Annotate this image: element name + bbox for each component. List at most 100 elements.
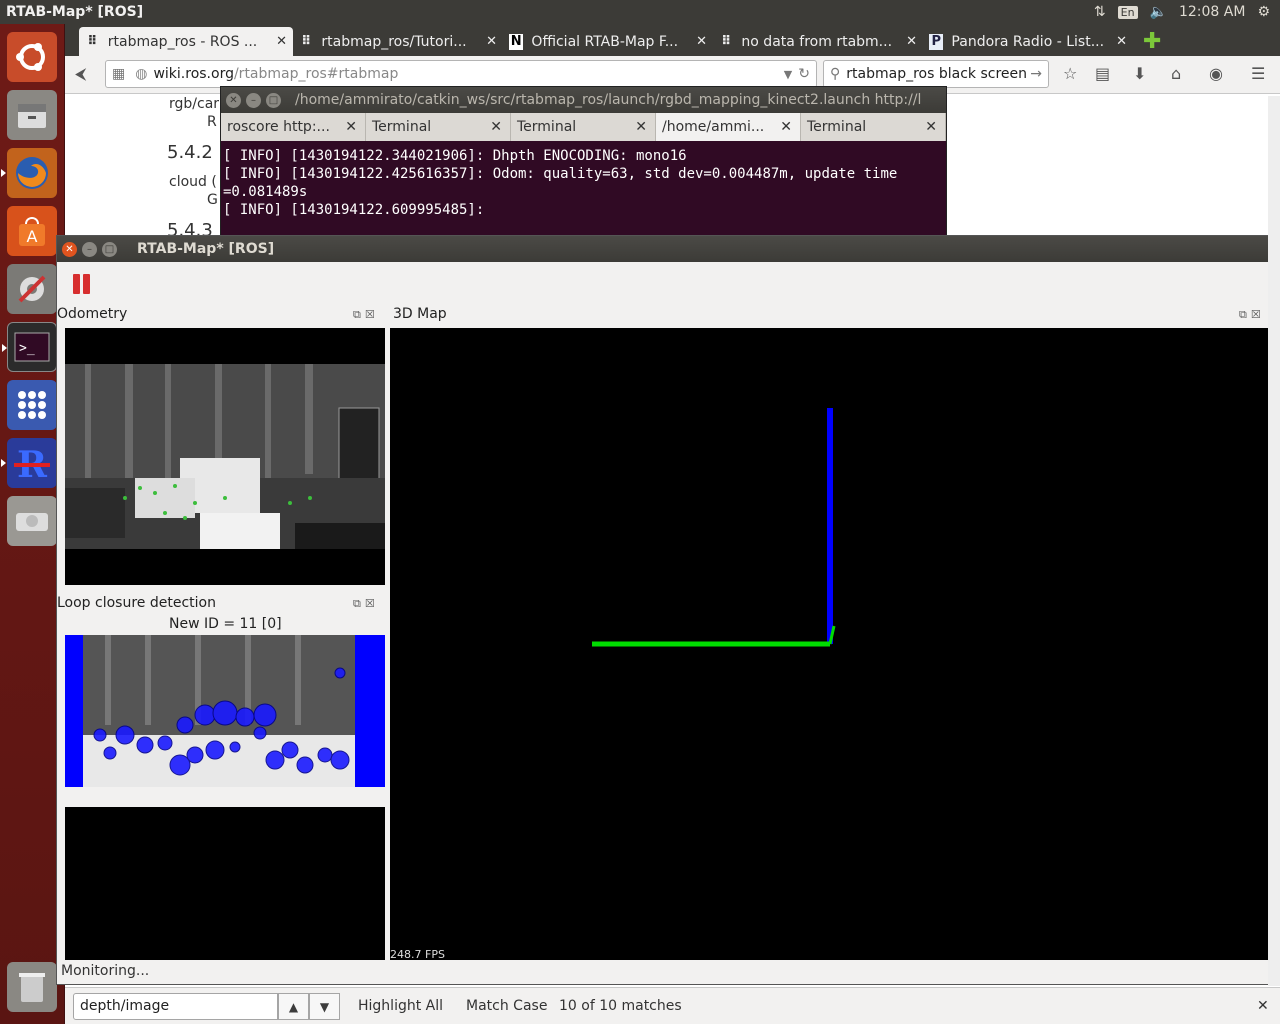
float-dock-icon[interactable]: ⧉ xyxy=(353,597,361,611)
url-path: /rtabmap_ros#rtabmap xyxy=(233,66,399,82)
new-id-label: New ID = 11 [0] xyxy=(169,616,282,632)
minimize-icon[interactable]: – xyxy=(246,92,261,108)
apps-grid-icon[interactable] xyxy=(7,380,57,430)
terminal-tab[interactable]: Terminal ✕ xyxy=(801,113,946,141)
page-text: R xyxy=(207,114,217,130)
active-app-title: RTAB-Map* [ROS] xyxy=(6,4,144,20)
close-icon[interactable]: ✕ xyxy=(906,34,917,49)
terminal-tab[interactable]: Terminal ✕ xyxy=(366,113,511,141)
page-text[interactable]: cloud ( xyxy=(169,174,217,190)
close-icon[interactable]: ✕ xyxy=(1116,34,1127,49)
reading-list-icon[interactable]: ▤ xyxy=(1095,64,1110,83)
close-icon[interactable]: ✕ xyxy=(276,34,287,49)
hamburger-menu-icon[interactable]: ☰ xyxy=(1251,64,1265,83)
rtabmap-app-icon[interactable]: R xyxy=(1,438,57,488)
terminal-tab[interactable]: Terminal ✕ xyxy=(511,113,656,141)
odometry-view[interactable] xyxy=(65,328,385,585)
float-dock-icon[interactable]: ⧉ xyxy=(1239,308,1247,322)
close-findbar-icon[interactable]: ✕ xyxy=(1257,998,1269,1014)
close-icon[interactable]: ✕ xyxy=(486,34,497,49)
browser-tab-tutorials[interactable]: ⠿ rtabmap_ros/Tutori... ✕ xyxy=(293,27,503,56)
terminal-window: ✕ – □ /home/ammirato/catkin_ws/src/rtabm… xyxy=(220,86,947,236)
loop-closure-view[interactable] xyxy=(65,635,385,787)
rtabmap-titlebar[interactable]: ✕ – □ RTAB-Map* [ROS] xyxy=(57,236,1269,262)
globe-icon: ◍ xyxy=(135,66,148,82)
close-icon[interactable]: ✕ xyxy=(635,119,647,135)
page-text: rgb/car xyxy=(169,96,220,112)
search-icon: ⚲ xyxy=(830,66,841,82)
volume-icon[interactable]: 🔈 xyxy=(1150,4,1167,20)
3d-map-view[interactable]: 248.7 FPS xyxy=(390,328,1269,961)
trash-icon[interactable] xyxy=(7,962,57,1012)
settings-gear-icon[interactable]: ⚙ xyxy=(1257,4,1270,20)
url-domain: wiki.ros.org xyxy=(153,66,234,82)
new-tab-plus-icon[interactable]: ✚ xyxy=(1137,27,1167,56)
browser-tab-rtabmap-ros[interactable]: ⠿ rtabmap_ros - ROS ... ✕ xyxy=(79,27,293,56)
find-previous-button[interactable]: ▲ xyxy=(278,993,309,1020)
url-dropdown-icon[interactable]: ▼ xyxy=(784,68,792,81)
disk-drive-icon[interactable] xyxy=(7,496,57,546)
browser-tab-bar: ⠿ rtabmap_ros - ROS ... ✕ ⠿ rtabmap_ros/… xyxy=(65,24,1280,56)
terminal-tab[interactable]: roscore http:... ✕ xyxy=(221,113,366,141)
close-dock-icon[interactable]: ☒ xyxy=(365,597,375,611)
odometry-camera-image xyxy=(65,328,385,585)
close-icon[interactable]: ✕ xyxy=(780,119,792,135)
url-bar[interactable]: ▦ ◍ wiki.ros.org/rtabmap_ros#rtabmap ▼ ↻ xyxy=(105,60,817,88)
bookmark-star-icon[interactable]: ☆ xyxy=(1063,64,1077,83)
close-icon[interactable]: ✕ xyxy=(490,119,502,135)
chat-icon[interactable]: ◉ xyxy=(1209,64,1223,83)
find-bar: depth/image ▲ ▼ Highlight All Match Case… xyxy=(65,987,1280,1024)
find-next-button[interactable]: ▼ xyxy=(309,993,340,1020)
find-input[interactable]: depth/image xyxy=(73,993,278,1020)
search-box[interactable]: ⚲ rtabmap_ros black screen → xyxy=(823,60,1049,88)
downloads-icon[interactable]: ⬇ xyxy=(1133,64,1146,83)
close-dock-icon[interactable]: ☒ xyxy=(1251,308,1261,322)
terminal-output[interactable]: [ INFO] [1430194122.344021906]: Dhpth EN… xyxy=(221,141,946,235)
home-icon[interactable]: ⌂ xyxy=(1171,64,1181,83)
terminal-app-icon[interactable]: >_ xyxy=(2,322,57,372)
close-dock-icon[interactable]: ☒ xyxy=(365,308,375,322)
terminal-line: =0.081489s xyxy=(223,184,308,200)
page-vertical-scrollbar[interactable] xyxy=(1268,96,1280,986)
loop-closure-dock-title: Loop closure detection xyxy=(57,595,216,611)
firefox-icon[interactable] xyxy=(1,148,57,198)
browser-tab-no-data[interactable]: ⠿ no data from rtabm... ✕ xyxy=(713,27,923,56)
bookmarks-menu-icon[interactable]: ▦ xyxy=(112,66,125,82)
pandora-icon: P xyxy=(929,33,944,50)
nabble-icon: N xyxy=(509,33,524,50)
close-icon[interactable]: ✕ xyxy=(62,241,77,257)
ubuntu-dash-icon[interactable] xyxy=(7,32,57,82)
clock[interactable]: 12:08 AM xyxy=(1179,4,1245,20)
browser-tab-official-forum[interactable]: N Official RTAB-Map F... ✕ xyxy=(503,27,713,56)
rtabmap-title: RTAB-Map* [ROS] xyxy=(137,241,275,257)
search-go-icon[interactable]: → xyxy=(1030,66,1042,82)
minimize-icon[interactable]: – xyxy=(82,241,97,257)
keyboard-indicator[interactable]: En xyxy=(1117,5,1138,19)
terminal-titlebar[interactable]: ✕ – □ /home/ammirato/catkin_ws/src/rtabm… xyxy=(221,87,946,113)
bottom-view-panel[interactable] xyxy=(65,807,385,960)
fps-label: 248.7 FPS xyxy=(390,948,445,961)
terminal-tab-active[interactable]: /home/ammi... ✕ xyxy=(656,113,801,141)
page-text: G xyxy=(207,192,218,208)
pause-button[interactable] xyxy=(73,274,93,294)
maximize-icon[interactable]: □ xyxy=(102,241,117,257)
maximize-icon[interactable]: □ xyxy=(266,92,281,108)
close-icon[interactable]: ✕ xyxy=(696,34,707,49)
browser-tab-pandora[interactable]: P Pandora Radio - List... ✕ xyxy=(923,27,1133,56)
close-icon[interactable]: ✕ xyxy=(925,119,937,135)
loop-closure-image xyxy=(65,635,385,787)
terminal-line: [ INFO] [1430194122.425616357]: Odom: qu… xyxy=(223,166,898,182)
close-icon[interactable]: ✕ xyxy=(226,92,241,108)
close-icon[interactable]: ✕ xyxy=(345,119,357,135)
reload-icon[interactable]: ↻ xyxy=(798,66,810,82)
ros-grid-icon: ⠿ xyxy=(87,34,98,49)
system-settings-icon[interactable] xyxy=(7,264,57,314)
back-arrow-icon[interactable]: ⮜ xyxy=(75,64,86,84)
files-icon[interactable] xyxy=(7,90,57,140)
highlight-all-button[interactable]: Highlight All xyxy=(358,998,443,1014)
search-value: rtabmap_ros black screen xyxy=(846,66,1027,82)
network-icon[interactable]: ⇅ xyxy=(1094,4,1106,20)
match-case-button[interactable]: Match Case xyxy=(466,998,547,1014)
float-dock-icon[interactable]: ⧉ xyxy=(353,308,361,322)
software-center-icon[interactable]: A xyxy=(7,206,57,256)
